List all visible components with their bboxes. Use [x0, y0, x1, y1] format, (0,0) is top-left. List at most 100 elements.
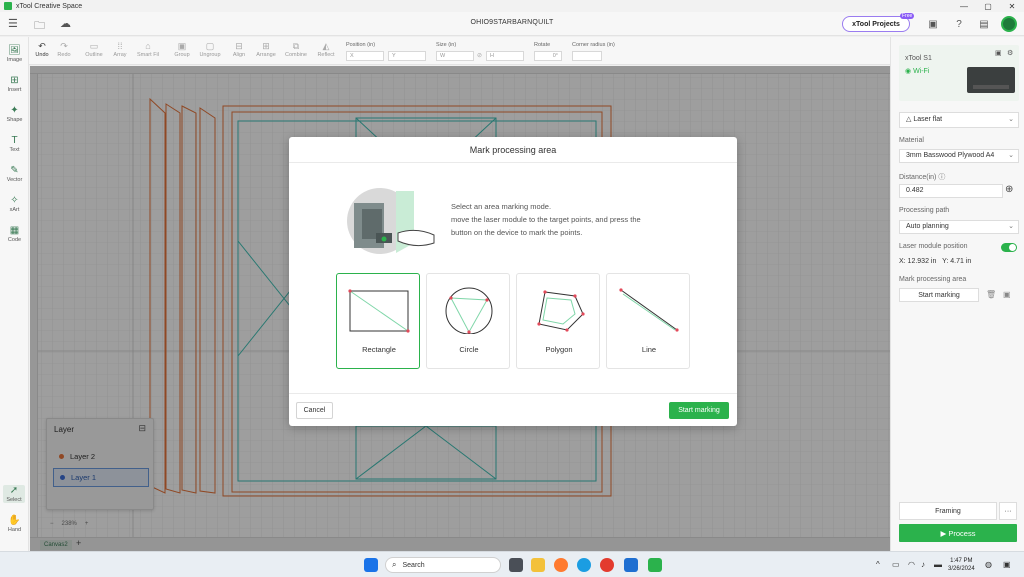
hand-tool[interactable]: ✋ Hand [0, 515, 29, 533]
preview-icon[interactable]: ▣ [1003, 290, 1011, 299]
window-title: xTool Creative Space [16, 2, 83, 10]
ungroup-button[interactable]: ▢ Ungroup [198, 40, 222, 58]
mark-area-label: Mark processing area [899, 276, 967, 283]
select-tool[interactable]: ➚ Select [3, 485, 25, 503]
outline-button[interactable]: ▭ Outline [82, 40, 106, 58]
wifi-icon[interactable]: ◠ [908, 560, 915, 569]
maximize-icon[interactable]: ▢ [976, 0, 1000, 12]
device-window-icon[interactable]: ▣ [995, 49, 1002, 57]
processing-path-select[interactable]: Auto planning ⌄ [899, 220, 1019, 234]
xtool-app-icon[interactable] [648, 558, 662, 572]
toolbar: ↶ Undo ↷ Redo ▭ Outline ⁞⁞ Array ⌂ Smart Fil … [0, 37, 890, 65]
rotate-field[interactable]: 0° [534, 51, 562, 61]
camera-icon[interactable]: ▣ [927, 18, 939, 30]
windows-taskbar: ⌕ Search ^ ▭ ◠ ♪ ▬ 1:47 PM 3/26/2024 ◍ ▣ [0, 551, 1024, 577]
sidebar-item-shape[interactable]: ✦ Shape [0, 105, 29, 123]
avatar[interactable] [1001, 16, 1017, 32]
sidebar-item-xart[interactable]: ✧ xArt [0, 195, 29, 213]
device-settings-icon[interactable]: ⚙ [1007, 49, 1013, 57]
array-icon: ⁞⁞ [117, 41, 123, 51]
sidebar-item-text[interactable]: T Text [0, 135, 29, 153]
module-position-toggle[interactable] [1001, 243, 1017, 252]
device-status: ◉ Wi-Fi [905, 68, 930, 75]
module-position-label: Laser module position [899, 243, 968, 250]
taskbar-search[interactable]: ⌕ Search [385, 557, 501, 573]
reflect-button[interactable]: ◭ Reflect [314, 40, 338, 58]
play-icon: ▶ [940, 528, 949, 538]
mode-polygon[interactable]: Polygon [516, 273, 600, 369]
mark-area-dialog: Mark processing area Select an area mark… [289, 137, 737, 426]
more-options-button[interactable]: ··· [999, 502, 1017, 520]
volume-icon[interactable]: ♪ [921, 560, 925, 569]
edge-icon[interactable] [577, 558, 591, 572]
sidebar-item-image[interactable]: 🖼 Image [0, 45, 29, 63]
chevron-down-icon: ⌄ [1008, 116, 1014, 123]
firefox-icon[interactable] [554, 558, 568, 572]
material-select[interactable]: 3mm Basswood Plywood A4 ⌄ [899, 149, 1019, 163]
tray-app-icon[interactable]: ▭ [892, 560, 900, 569]
battery-icon[interactable]: ▬ [934, 560, 942, 569]
file-explorer-icon[interactable] [531, 558, 545, 572]
app-logo-icon [4, 2, 12, 10]
distance-input[interactable]: 0.482 [899, 184, 1003, 198]
notification-icon[interactable]: ▣ [1003, 560, 1011, 569]
crosshair-icon[interactable]: ⊕ [1005, 184, 1013, 195]
tray-chevron-icon[interactable]: ^ [876, 560, 880, 569]
left-sidebar: 🖼 Image ⊞ Insert ✦ Shape T Text ✎ Vector ✧ xAr… [0, 37, 29, 551]
smart-fill-button[interactable]: ⌂ Smart Fil [136, 40, 160, 58]
mode-circle[interactable]: Circle [426, 273, 510, 369]
arrange-button[interactable]: ⊞ Arrange [254, 40, 278, 58]
close-icon[interactable]: ✕ [1000, 0, 1024, 12]
processing-mode-select[interactable]: △ Laser flat ⌄ [899, 112, 1019, 128]
framing-button[interactable]: Framing [899, 502, 997, 520]
sidebar-item-code[interactable]: ▦ Code [0, 225, 29, 243]
task-view-icon[interactable] [509, 558, 523, 572]
shape-icon: ✦ [10, 105, 19, 116]
position-y-field[interactable]: Y [388, 51, 426, 61]
processing-path-label: Processing path [899, 207, 950, 214]
start-marking-panel-button[interactable]: Start marking [899, 288, 979, 302]
size-w-field[interactable]: W [436, 51, 474, 61]
sidebar-item-vector[interactable]: ✎ Vector [0, 165, 29, 183]
chrome-icon[interactable] [600, 558, 614, 572]
image-icon: 🖼 [8, 45, 21, 56]
device-card[interactable]: xTool S1 ◉ Wi-Fi ▣ ⚙ [899, 45, 1019, 101]
align-button[interactable]: ⊟ Align [227, 40, 251, 58]
taskbar-clock[interactable]: 1:47 PM 3/26/2024 [948, 557, 975, 573]
cancel-button[interactable]: Cancel [296, 402, 333, 419]
undo-button[interactable]: ↶ Undo [30, 40, 54, 58]
windows-start-icon[interactable] [364, 558, 378, 572]
laser-module-illustration [347, 188, 435, 254]
minimize-icon[interactable]: — [952, 0, 976, 12]
arrange-icon: ⊞ [262, 41, 270, 51]
mode-rectangle[interactable]: Rectangle [336, 273, 420, 369]
mail-icon[interactable] [624, 558, 638, 572]
material-label: Material [899, 137, 924, 144]
process-button[interactable]: ▶ Process [899, 524, 1017, 542]
dialog-divider [289, 393, 737, 394]
align-icon: ⊟ [235, 41, 243, 51]
box-icon[interactable]: ▤ [978, 18, 990, 30]
undo-icon: ↶ [38, 41, 46, 51]
size-h-field[interactable]: H [486, 51, 524, 61]
color-picker-icon[interactable]: ◍ [985, 560, 992, 569]
redo-button[interactable]: ↷ Redo [52, 40, 76, 58]
help-icon[interactable]: ? [953, 18, 965, 30]
array-button[interactable]: ⁞⁞ Array [108, 40, 132, 58]
position-label: Position (in) [346, 42, 376, 48]
line-mode-icon [619, 288, 679, 332]
start-marking-button[interactable]: Start marking [669, 402, 729, 419]
mode-line[interactable]: Line [606, 273, 690, 369]
laser-device-image [967, 67, 1015, 93]
group-button[interactable]: ▣ Group [170, 40, 194, 58]
trash-icon[interactable]: 🗑 [986, 290, 996, 299]
combine-button[interactable]: ⧉ Combine [284, 40, 308, 58]
reflect-icon: ◭ [322, 41, 330, 51]
sidebar-item-insert[interactable]: ⊞ Insert [0, 75, 29, 93]
chevron-down-icon: ⌄ [1008, 223, 1014, 230]
lock-ratio-icon[interactable]: ⊘ [477, 52, 482, 59]
position-x-field[interactable]: X [346, 51, 384, 61]
outline-icon: ▭ [89, 41, 99, 51]
xtool-projects-button[interactable]: xTool Projects [842, 16, 910, 32]
corner-radius-field[interactable] [572, 51, 602, 61]
